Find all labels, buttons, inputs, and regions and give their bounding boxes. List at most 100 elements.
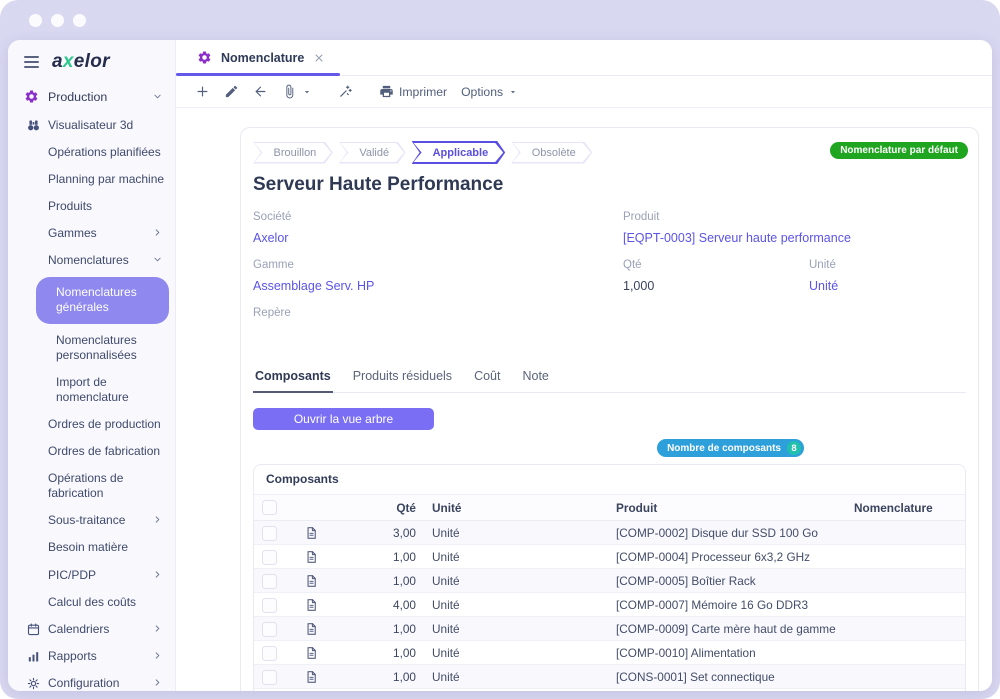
- default-bom-badge: Nomenclature par défaut: [830, 142, 968, 159]
- sidebar-item-pic-pdp[interactable]: PIC/PDP: [8, 562, 175, 589]
- qte-label: Qté: [623, 259, 809, 271]
- window-titlebar: [0, 0, 1000, 40]
- cell-unite: Unité: [424, 641, 608, 665]
- open-tree-view-button[interactable]: Ouvrir la vue arbre: [253, 408, 434, 430]
- sidebar-item-ordres-de-fabrication[interactable]: Ordres de fabrication: [8, 438, 175, 465]
- close-icon[interactable]: [313, 52, 325, 64]
- caret-down-icon: [302, 87, 312, 97]
- sidebar-item-ordres-de-production[interactable]: Ordres de production: [8, 411, 175, 438]
- societe-link[interactable]: Axelor: [253, 231, 288, 245]
- window-control-dot[interactable]: [51, 14, 64, 27]
- tab-composants[interactable]: Composants: [253, 369, 333, 392]
- sidebar-item-label: Calendriers: [48, 622, 109, 637]
- sidebar-item-visualisateur-3d[interactable]: Visualisateur 3d: [8, 112, 175, 139]
- table-row[interactable]: 1,00Unité[COMP-0004] Processeur 6x3,2 GH…: [254, 545, 966, 569]
- sidebar-item-label: Ordres de production: [48, 417, 161, 432]
- table-row[interactable]: 1,00Unité[COMP-0010] Alimentation: [254, 641, 966, 665]
- sidebar-item-operations-planifiees[interactable]: Opérations planifiées: [8, 139, 175, 166]
- row-checkbox[interactable]: [262, 574, 277, 589]
- calendar-icon: [26, 622, 42, 638]
- tab-nomenclature[interactable]: Nomenclature: [176, 40, 340, 75]
- column-header-nomenclature: Nomenclature: [846, 495, 966, 521]
- tab-note[interactable]: Note: [520, 369, 550, 392]
- column-header-qte: Qté: [346, 495, 424, 521]
- select-all-checkbox[interactable]: [262, 500, 277, 515]
- cell-nomenclature: [846, 521, 966, 545]
- sidebar-item-planning-par-machine[interactable]: Planning par machine: [8, 166, 175, 193]
- status-label: Applicable: [414, 143, 504, 162]
- sidebar-item-nomenclatures-generales[interactable]: Nomenclatures générales: [36, 277, 169, 323]
- sidebar-item-import-de-nomenclature[interactable]: Import de nomenclature: [8, 369, 175, 411]
- row-checkbox[interactable]: [262, 550, 277, 565]
- row-checkbox[interactable]: [262, 670, 277, 685]
- axelor-logo: axelor: [52, 51, 110, 73]
- sidebar-item-gammes[interactable]: Gammes: [8, 220, 175, 247]
- produit-link[interactable]: [EQPT-0003] Serveur haute performance: [623, 231, 851, 245]
- print-button[interactable]: Imprimer: [372, 81, 454, 102]
- sidebar-item-label: Opérations de fabrication: [48, 471, 172, 501]
- document-icon: [304, 597, 338, 613]
- menu-toggle-icon[interactable]: [24, 56, 39, 68]
- row-checkbox[interactable]: [262, 622, 277, 637]
- binoculars-icon: [26, 118, 42, 134]
- sidebar-item-nomenclatures[interactable]: Nomenclatures: [8, 247, 175, 274]
- table-row[interactable]: 1,00Unité[CONS-0002] Set visserie: [254, 689, 966, 691]
- unite-link[interactable]: Unité: [809, 279, 838, 293]
- societe-label: Société: [253, 211, 623, 223]
- sidebar-item-calendriers[interactable]: Calendriers: [8, 616, 175, 643]
- edit-button[interactable]: [217, 81, 246, 102]
- cell-nomenclature: [846, 665, 966, 689]
- main-area: Nomenclature Imprimer Options Nomenclatu…: [176, 40, 992, 691]
- sidebar-item-label: Opérations planifiées: [48, 145, 161, 160]
- sidebar-item-label: Gammes: [48, 226, 97, 241]
- options-button[interactable]: Options: [454, 82, 525, 102]
- table-row[interactable]: 3,00Unité[COMP-0002] Disque dur SSD 100 …: [254, 521, 966, 545]
- status-label: Brouillon: [255, 143, 332, 162]
- document-icon: [304, 573, 338, 589]
- sidebar-item-calcul-des-couts[interactable]: Calcul des coûts: [8, 589, 175, 616]
- sidebar-item-besoin-matiere[interactable]: Besoin matière: [8, 534, 175, 561]
- sidebar: axelor ProductionVisualisateur 3d Opérati…: [8, 40, 176, 691]
- table-row[interactable]: 4,00Unité[COMP-0007] Mémoire 16 Go DDR3: [254, 593, 966, 617]
- sidebar-item-production[interactable]: Production: [8, 84, 175, 112]
- tab-bar: Nomenclature: [176, 40, 992, 76]
- attachment-button[interactable]: [275, 81, 319, 102]
- table-row[interactable]: 1,00Unité[CONS-0001] Set connectique: [254, 665, 966, 689]
- table-row[interactable]: 1,00Unité[COMP-0009] Carte mère haut de …: [254, 617, 966, 641]
- bar-chart-icon: [26, 649, 42, 665]
- row-checkbox[interactable]: [262, 526, 277, 541]
- back-button[interactable]: [246, 81, 275, 102]
- window-control-dot[interactable]: [73, 14, 86, 27]
- qte-value: 1,000: [623, 279, 809, 293]
- sidebar-item-label: Ordres de fabrication: [48, 444, 160, 459]
- cell-nomenclature: [846, 545, 966, 569]
- count-badge-label: Nombre de composants: [667, 443, 781, 454]
- row-checkbox[interactable]: [262, 646, 277, 661]
- components-count-badge: Nombre de composants 8: [657, 439, 804, 457]
- sidebar-item-produits[interactable]: Produits: [8, 193, 175, 220]
- sidebar-item-nomenclatures-personnalisees[interactable]: Nomenclatures personnalisées: [8, 327, 175, 369]
- tab-cout[interactable]: Coût: [472, 369, 502, 392]
- table-row[interactable]: 1,00Unité[COMP-0005] Boîtier Rack: [254, 569, 966, 593]
- sidebar-item-configuration[interactable]: Configuration: [8, 670, 175, 691]
- sidebar-item-sous-traitance[interactable]: Sous-traitance: [8, 507, 175, 534]
- gamme-link[interactable]: Assemblage Serv. HP: [253, 279, 374, 293]
- gamme-label: Gamme: [253, 259, 623, 271]
- row-checkbox[interactable]: [262, 598, 277, 613]
- sidebar-item-rapports[interactable]: Rapports: [8, 643, 175, 670]
- cell-nomenclature: [846, 569, 966, 593]
- cell-produit: [CONS-0002] Set visserie: [608, 689, 846, 691]
- column-header-unite: Unité: [424, 495, 608, 521]
- sidebar-header: axelor: [8, 40, 175, 84]
- field-grid: Société Axelor Gamme Assemblage Serv. HP…: [253, 211, 966, 353]
- tab-produits-residuels[interactable]: Produits résiduels: [351, 369, 454, 392]
- action-wand-button[interactable]: [331, 81, 360, 102]
- sidebar-item-operations-de-fabrication[interactable]: Opérations de fabrication: [8, 465, 175, 507]
- chevron-down-icon: [153, 92, 162, 101]
- window-control-dot[interactable]: [29, 14, 42, 27]
- cell-produit: [COMP-0010] Alimentation: [608, 641, 846, 665]
- components-panel: Composants QtéUnitéProduitNomenclatureNe…: [253, 464, 966, 691]
- cell-unite: Unité: [424, 593, 608, 617]
- add-button[interactable]: [188, 81, 217, 102]
- cell-qte: 1,00: [346, 641, 424, 665]
